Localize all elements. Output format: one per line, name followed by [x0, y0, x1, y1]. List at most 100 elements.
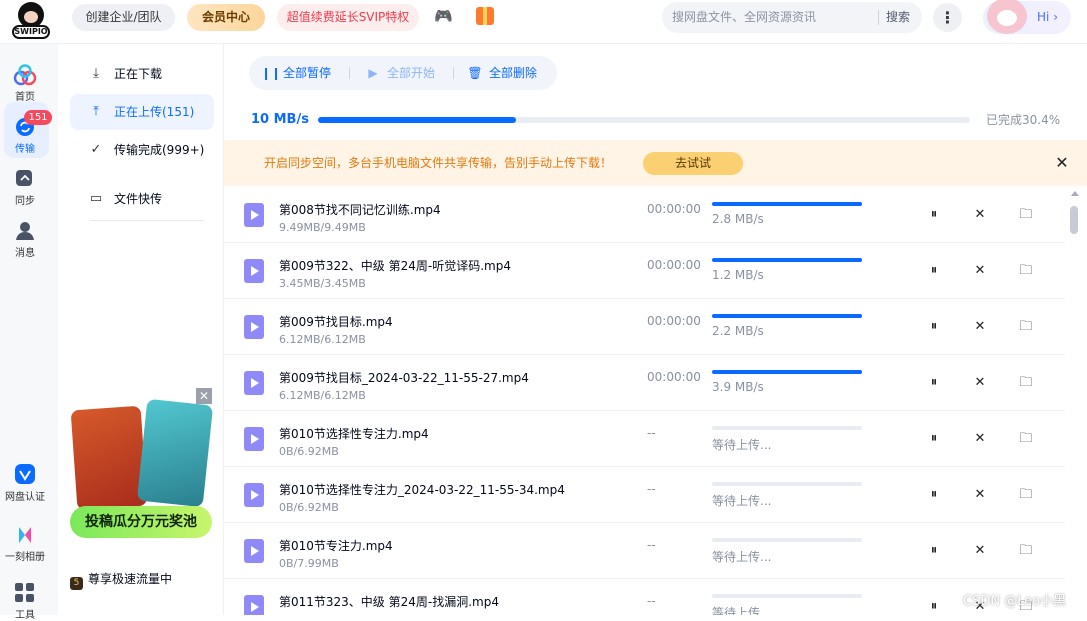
tools-icon [15, 583, 34, 602]
start-all-button[interactable]: ▶ 全部开始 [365, 56, 435, 90]
pause-icon: ❙❙ [261, 66, 282, 80]
nav-item-verify[interactable]: 网盘认证 [0, 464, 50, 503]
table-row[interactable]: 第008节找不同记忆训练.mp4 9.49MB/9.49MB 00:00:00 2.8… [224, 187, 1065, 243]
completed-percent: 已完成30.4% [986, 113, 1061, 127]
chevron-right-icon: › [1053, 10, 1058, 24]
speed-stream-status[interactable]: 5 尊享极速流量中 [70, 570, 172, 590]
folder-icon[interactable]: 🗀 [1016, 373, 1036, 393]
file-size: 0B/7.99MB [279, 557, 339, 570]
user-profile[interactable]: Hi › [983, 0, 1071, 34]
nav-item-sync[interactable]: 同步 [0, 168, 50, 207]
video-file-icon [244, 483, 264, 507]
scroll-up-icon[interactable] [1071, 191, 1079, 196]
file-status: 2.8 MB/s [712, 212, 764, 226]
game-icon[interactable]: 🎮 [434, 8, 456, 24]
avatar[interactable] [987, 0, 1027, 34]
cancel-icon[interactable]: ✕ [970, 205, 990, 225]
video-file-icon [244, 259, 264, 283]
pause-icon[interactable]: ⏸ [924, 485, 944, 505]
folder-icon[interactable]: 🗀 [1016, 429, 1036, 449]
folder-icon[interactable]: 🗀 [1016, 541, 1036, 561]
total-progress-fill [318, 117, 517, 123]
member-center-button[interactable]: 会员中心 [187, 4, 265, 31]
video-file-icon [244, 203, 264, 227]
sidebar-item-label: 传输完成(999+) [114, 143, 205, 157]
table-row[interactable]: 第009节找目标.mp4 6.12MB/6.12MB 00:00:00 2.2 MB/… [224, 299, 1065, 355]
pause-icon[interactable]: ⏸ [924, 261, 944, 281]
list-scrollbar[interactable] [1066, 187, 1087, 615]
folder-icon[interactable]: 🗀 [1016, 261, 1036, 281]
notice-close-icon[interactable]: ✕ [1052, 152, 1072, 174]
promo-card[interactable]: ✕ 投稿瓜分万元奖池 [70, 388, 214, 542]
nav-label-tools: 工具 [15, 610, 35, 621]
watermark: CSDN @Leo小黑 [963, 594, 1067, 609]
pause-icon[interactable]: ⏸ [924, 429, 944, 449]
file-time: -- [647, 538, 656, 552]
try-it-button[interactable]: 去试试 [643, 152, 743, 175]
promo-close-icon[interactable]: ✕ [196, 388, 212, 404]
pause-icon[interactable]: ⏸ [924, 373, 944, 393]
file-progress-bar [712, 538, 862, 542]
pause-icon[interactable]: ⏸ [924, 597, 944, 615]
cancel-icon[interactable]: ✕ [970, 317, 990, 337]
nav-label-message: 消息 [15, 248, 35, 259]
file-progress-bar [712, 426, 862, 430]
delete-all-button[interactable]: 🗑 全部删除 [467, 56, 537, 90]
file-progress-bar [712, 370, 862, 374]
app-logo[interactable]: SWIPIO [10, 2, 52, 42]
pause-icon[interactable]: ⏸ [924, 541, 944, 561]
cancel-icon[interactable]: ✕ [970, 541, 990, 561]
nav-item-message[interactable]: 消息 [0, 220, 50, 259]
pause-icon[interactable]: ⏸ [924, 205, 944, 225]
gift-icon[interactable] [476, 7, 494, 25]
cancel-icon[interactable]: ✕ [970, 485, 990, 505]
search-box[interactable]: 搜网盘文件、全网资源资讯 搜索 [662, 2, 922, 33]
sidebar-divider [90, 220, 204, 221]
toolbar-divider [349, 67, 350, 79]
table-row[interactable]: 第011节323、中级 第24周-找漏洞.mp40B/7.99MB--等待上传.… [224, 579, 1065, 615]
create-team-button[interactable]: 创建企业/团队 [72, 4, 175, 31]
cancel-icon[interactable]: ✕ [970, 373, 990, 393]
trash-icon: 🗑 [467, 66, 483, 80]
folder-icon[interactable]: 🗀 [1016, 317, 1036, 337]
table-row[interactable]: 第010节选择性专注力.mp4 0B/6.92MB -- 等待上传... ⏸ ✕ 🗀 [224, 411, 1065, 467]
file-time: 00:00:00 [647, 258, 701, 272]
file-progress-bar [712, 594, 862, 598]
nav-item-home[interactable]: 首页 [0, 64, 50, 103]
search-button[interactable]: 搜索 [886, 2, 910, 33]
pause-icon[interactable]: ⏸ [924, 317, 944, 337]
nav-item-tools[interactable]: 工具 [0, 582, 50, 621]
file-status: 1.2 MB/s [712, 268, 764, 282]
scroll-thumb[interactable] [1070, 206, 1078, 234]
sidebar-item-uploading[interactable]: ⤒ 正在上传(151) [70, 94, 214, 130]
file-name: 第009节找目标.mp4 [279, 315, 393, 329]
video-file-icon [244, 371, 264, 395]
table-row[interactable]: 第009节322、中级 第24周-听觉译码.mp4 3.45MB/3.45MB 00… [224, 243, 1065, 299]
stream-text: 尊享极速流量中 [88, 572, 173, 586]
transfer-count-badge: 151 [24, 110, 52, 125]
file-progress-bar [712, 202, 862, 206]
file-progress-bar [712, 314, 862, 318]
more-menu-icon[interactable]: ⋮ [933, 3, 962, 32]
svip-renew-button[interactable]: 超值续费延长SVIP特权 [277, 4, 419, 31]
search-input[interactable]: 搜网盘文件、全网资源资讯 [672, 2, 816, 33]
pause-all-button[interactable]: ❙❙ 全部暂停 [261, 56, 331, 90]
vip-diamond-icon: 5 [70, 577, 83, 590]
cancel-icon[interactable]: ✕ [970, 429, 990, 449]
sidebar-item-label: 正在下载 [114, 67, 163, 81]
table-row[interactable]: 第010节专注力.mp4 0B/7.99MB -- 等待上传... ⏸ ✕ 🗀 [224, 523, 1065, 579]
promo-banner[interactable]: 投稿瓜分万元奖池 [70, 506, 212, 538]
sidebar-item-downloading[interactable]: ⤓ 正在下载 [70, 56, 214, 92]
table-row[interactable]: 第009节找目标_2024-03-22_11-55-27.mp4 6.12MB/6… [224, 355, 1065, 411]
sidebar-item-completed[interactable]: ✓ 传输完成(999+) [70, 132, 214, 168]
table-row[interactable]: 第010节选择性专注力_2024-03-22_11-55-34.mp4 0B/6.… [224, 467, 1065, 523]
file-name: 第009节322、中级 第24周-听觉译码.mp4 [279, 259, 511, 273]
cancel-icon[interactable]: ✕ [970, 261, 990, 281]
file-name: 第010节选择性专注力.mp4 [279, 427, 429, 441]
message-icon [16, 222, 34, 240]
sidebar-item-quick-transfer[interactable]: ▭ 文件快传 [70, 181, 214, 217]
nav-item-album[interactable]: 一刻相册 [0, 524, 50, 563]
sync-notice-bar: 开启同步空间，多台手机电脑文件共享传输，告别手动上传下载！ 去试试 ✕ [224, 140, 1087, 186]
folder-icon[interactable]: 🗀 [1016, 205, 1036, 225]
folder-icon[interactable]: 🗀 [1016, 485, 1036, 505]
